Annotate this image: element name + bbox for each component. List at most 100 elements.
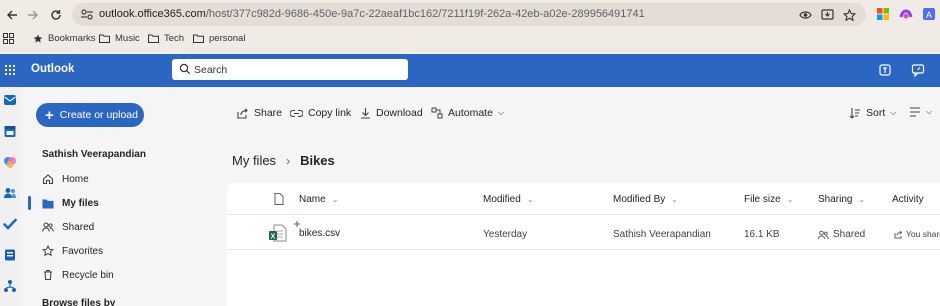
create-or-upload-button[interactable]: + Create or upload bbox=[36, 103, 144, 127]
column-activity[interactable]: Activity bbox=[892, 194, 924, 205]
breadcrumb-current-folder: Bikes bbox=[300, 153, 335, 168]
translate-extension-icon[interactable]: A bbox=[922, 7, 936, 21]
download-button[interactable]: Download bbox=[360, 107, 423, 119]
copilot-extension-icon[interactable] bbox=[899, 7, 913, 21]
breadcrumb-my-files[interactable]: My files bbox=[232, 153, 276, 168]
chevron-down-icon: ⌄ bbox=[786, 195, 794, 204]
file-type-icon[interactable] bbox=[274, 193, 284, 205]
chevron-down-icon: ⌄ bbox=[858, 195, 866, 204]
microsoft-extension-icon[interactable] bbox=[876, 7, 890, 21]
file-size: 16.1 KB bbox=[744, 229, 780, 240]
column-label: File size bbox=[744, 194, 781, 205]
automate-label: Automate bbox=[448, 107, 493, 119]
bookmark-label: Bookmarks bbox=[48, 33, 96, 44]
teams-meeting-icon[interactable] bbox=[878, 63, 892, 77]
app-rail bbox=[0, 87, 20, 306]
trash-icon bbox=[44, 269, 52, 281]
calendar-icon[interactable] bbox=[3, 124, 17, 138]
sharing-label: Shared bbox=[833, 229, 866, 240]
site-info-icon[interactable] bbox=[80, 8, 94, 21]
chevron-down-icon: ⌵ bbox=[926, 107, 933, 116]
copy-link-label: Copy link bbox=[308, 107, 352, 119]
automate-button[interactable]: Automate ⌵ bbox=[431, 107, 504, 119]
bookmark-personal[interactable]: personal bbox=[193, 33, 245, 44]
bookmark-label: Music bbox=[115, 33, 140, 44]
download-icon bbox=[361, 108, 370, 119]
column-label: Activity bbox=[892, 194, 924, 205]
feedback-icon[interactable] bbox=[911, 63, 925, 77]
column-modified[interactable]: Modified ⌄ bbox=[483, 194, 534, 205]
people-icon[interactable] bbox=[3, 186, 17, 200]
user-name: Sathish Veerapandian bbox=[42, 149, 146, 160]
bookmark-label: Tech bbox=[164, 33, 185, 44]
nav-item-recycle-bin[interactable]: Recycle bin bbox=[28, 264, 223, 286]
bookmark-label: personal bbox=[209, 33, 246, 44]
nav-item-shared[interactable]: Shared bbox=[28, 216, 223, 238]
column-label: Modified By bbox=[613, 194, 666, 205]
bookmark-tech[interactable]: Tech bbox=[148, 33, 184, 44]
column-modified-by[interactable]: Modified By ⌄ bbox=[613, 194, 678, 205]
reload-icon[interactable] bbox=[47, 6, 65, 24]
share-button[interactable]: Share bbox=[237, 107, 282, 119]
search-box[interactable] bbox=[172, 59, 408, 80]
folder-icon bbox=[193, 34, 204, 43]
onedrive-files-icon[interactable] bbox=[3, 248, 17, 262]
folder-icon bbox=[42, 199, 54, 208]
search-icon bbox=[179, 63, 191, 75]
address-bar[interactable]: outlook.office365.com/host/377c982d-9686… bbox=[72, 3, 866, 26]
automate-icon bbox=[431, 107, 443, 119]
browser-chrome: outlook.office365.com/host/377c982d-9686… bbox=[0, 0, 940, 53]
column-label: Modified bbox=[483, 194, 521, 205]
nav-item-favorites[interactable]: Favorites bbox=[28, 240, 223, 262]
file-modified-by[interactable]: Sathish Veerapandian bbox=[613, 229, 711, 240]
nav-item-my-files[interactable]: My files bbox=[28, 192, 223, 214]
star-icon bbox=[33, 34, 43, 43]
column-file-size[interactable]: File size ⌄ bbox=[744, 194, 793, 205]
back-icon[interactable] bbox=[3, 6, 21, 24]
nav-item-home[interactable]: Home bbox=[28, 168, 223, 190]
column-label: Name bbox=[299, 194, 326, 205]
file-activity: You share bbox=[894, 229, 940, 239]
people-icon bbox=[42, 222, 54, 232]
column-sharing[interactable]: Sharing ⌄ bbox=[818, 194, 865, 205]
table-row[interactable]: X bikes.csv Yesterday Sathish Veerapandi… bbox=[227, 216, 940, 250]
share-icon bbox=[237, 107, 248, 119]
download-label: Download bbox=[376, 107, 423, 119]
url-text: outlook.office365.com/host/377c982d-9686… bbox=[99, 8, 645, 20]
install-app-icon[interactable] bbox=[820, 8, 834, 22]
forward-icon[interactable] bbox=[24, 6, 42, 24]
app-title[interactable]: Outlook bbox=[31, 63, 74, 75]
list-view-icon bbox=[910, 107, 920, 117]
chevron-right-icon: › bbox=[286, 153, 291, 168]
column-label: Sharing bbox=[818, 194, 853, 205]
mail-icon[interactable] bbox=[3, 93, 17, 107]
svg-text:X: X bbox=[271, 234, 276, 241]
search-input[interactable] bbox=[194, 61, 399, 78]
share-activity-icon bbox=[894, 230, 903, 238]
svg-text:A: A bbox=[926, 10, 932, 20]
plus-icon: + bbox=[45, 106, 54, 124]
bookmark-star-icon[interactable] bbox=[842, 8, 856, 22]
view-options-button[interactable]: ⌵ bbox=[909, 107, 932, 117]
copy-link-button[interactable]: Copy link bbox=[290, 107, 351, 119]
navigation-pane: + Create or upload Sathish Veerapandian … bbox=[20, 87, 227, 306]
file-name-link[interactable]: bikes.csv bbox=[299, 228, 340, 239]
bookmark-music[interactable]: Music bbox=[99, 33, 140, 44]
org-explorer-icon[interactable] bbox=[3, 279, 17, 293]
copilot-icon[interactable] bbox=[3, 155, 17, 169]
chevron-down-icon: ⌄ bbox=[331, 195, 339, 204]
app-launcher-icon[interactable] bbox=[4, 64, 16, 76]
chevron-down-icon: ⌄ bbox=[526, 195, 534, 204]
file-sharing[interactable]: Shared bbox=[818, 229, 865, 240]
column-name[interactable]: Name ⌄ bbox=[299, 194, 338, 205]
nav-item-label: Shared bbox=[62, 221, 95, 233]
selection-indicator bbox=[28, 196, 31, 210]
bookmark-bookmarks[interactable]: Bookmarks bbox=[33, 33, 96, 44]
apps-grid-icon[interactable] bbox=[3, 33, 14, 44]
eye-icon[interactable] bbox=[798, 8, 812, 22]
link-icon bbox=[290, 109, 303, 117]
sort-button[interactable]: Sort ⌵ bbox=[849, 107, 896, 119]
nav-item-label: Favorites bbox=[62, 245, 104, 257]
folder-icon bbox=[99, 34, 110, 43]
todo-icon[interactable] bbox=[3, 217, 17, 231]
